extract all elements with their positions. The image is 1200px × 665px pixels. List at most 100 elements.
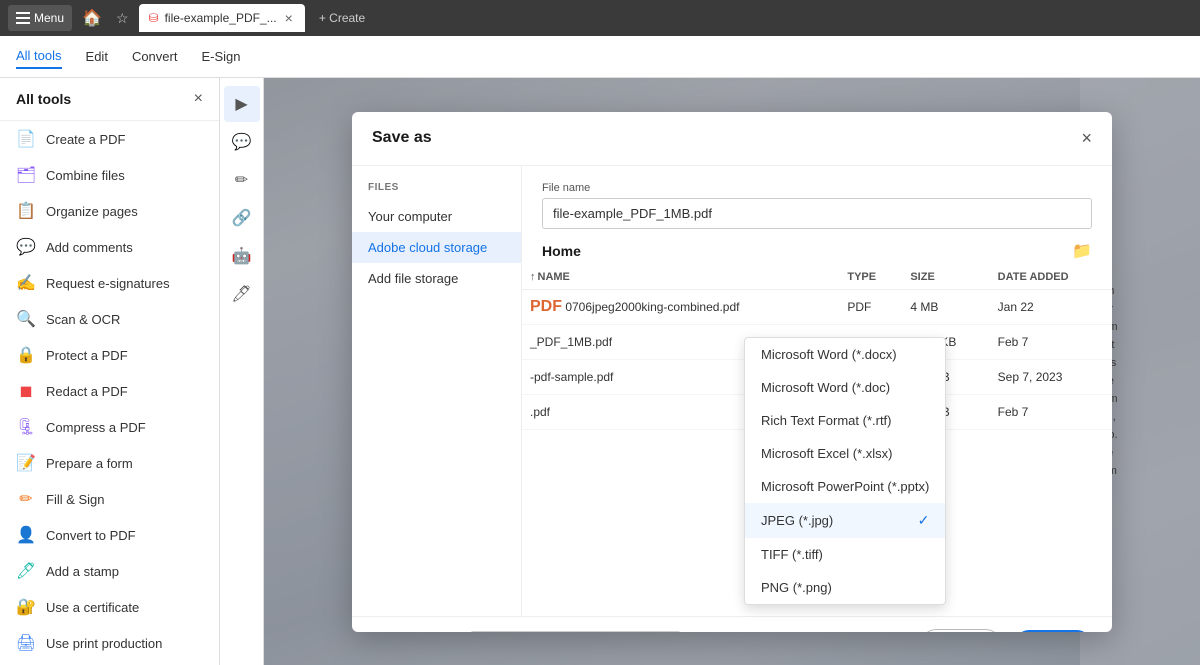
- dropdown-item-jpg[interactable]: JPEG (*.jpg) ✓: [745, 503, 945, 538]
- sidebar-item-compress-pdf[interactable]: 🗜 Compress a PDF: [0, 409, 219, 445]
- file-location-adobe-cloud[interactable]: Adobe cloud storage: [352, 232, 521, 263]
- modal-body: FILES Your computer Adobe cloud storage …: [352, 166, 1112, 616]
- sidebar-item-redact-pdf[interactable]: ◼ Redact a PDF: [0, 373, 219, 409]
- modal-title: Save as: [372, 129, 432, 147]
- stamp-tool-button[interactable]: 🖊: [224, 276, 260, 312]
- icon-toolbar: ▶ 💬 ✏ 🔗 🤖 🖊: [220, 78, 264, 665]
- file-name-label: File name: [542, 182, 1092, 194]
- dropdown-item-pptx[interactable]: Microsoft PowerPoint (*.pptx): [745, 470, 945, 503]
- convert-pdf-icon: 👤: [16, 525, 36, 545]
- sidebar-item-add-stamp[interactable]: 🖊 Add a stamp: [0, 553, 219, 589]
- use-certificate-icon: 🔐: [16, 597, 36, 617]
- sidebar-item-protect-pdf[interactable]: 🔒 Protect a PDF: [0, 337, 219, 373]
- browser-tab[interactable]: ⛁ file-example_PDF_... ×: [139, 4, 305, 32]
- file-location-your-computer[interactable]: Your computer: [352, 201, 521, 232]
- sidebar-item-scan-ocr[interactable]: 🔍 Scan & OCR: [0, 301, 219, 337]
- file-date-cell: Sep 7, 2023: [990, 359, 1112, 394]
- dropdown-item-png[interactable]: PNG (*.png): [745, 571, 945, 604]
- modal-close-button[interactable]: ×: [1081, 128, 1092, 149]
- sidebar-item-fill-sign[interactable]: ✏ Fill & Sign: [0, 481, 219, 517]
- sidebar-item-prepare-form[interactable]: 📝 Prepare a form: [0, 445, 219, 481]
- sidebar-item-combine-files[interactable]: 🗂 Combine files: [0, 157, 219, 193]
- file-name-input[interactable]: [542, 198, 1092, 229]
- file-date-cell: Jan 22: [990, 289, 1112, 324]
- protect-pdf-icon: 🔒: [16, 345, 36, 365]
- dropdown-item-docx-new[interactable]: Microsoft Word (*.docx): [745, 338, 945, 371]
- sidebar-item-organize-pages[interactable]: 📋 Organize pages: [0, 193, 219, 229]
- sidebar-label: Prepare a form: [46, 456, 133, 471]
- select-tool-button[interactable]: ▶: [224, 86, 260, 122]
- app-toolbar: All tools Edit Convert E-Sign: [0, 36, 1200, 78]
- dropdown-item-doc[interactable]: Microsoft Word (*.doc): [745, 371, 945, 404]
- all-tools-tab[interactable]: All tools: [16, 44, 62, 69]
- save-button[interactable]: Save: [1014, 630, 1092, 632]
- modal-overlay: Save as × FILES Your computer Adobe clou…: [264, 78, 1200, 665]
- sidebar-item-use-print[interactable]: 🖨 Use print production: [0, 625, 219, 661]
- format-dropdown-menu: Microsoft Word (*.docx) Microsoft Word (…: [744, 337, 946, 605]
- sidebar-item-request-esignatures[interactable]: ✍ Request e-signatures: [0, 265, 219, 301]
- dropdown-item-tiff[interactable]: TIFF (*.tiff): [745, 538, 945, 571]
- request-esignatures-icon: ✍: [16, 273, 36, 293]
- menu-label: Menu: [34, 11, 64, 25]
- esign-tab[interactable]: E-Sign: [201, 45, 240, 68]
- type-column-header[interactable]: TYPE: [839, 265, 902, 290]
- dropdown-item-rtf[interactable]: Rich Text Format (*.rtf): [745, 404, 945, 437]
- pen-tool-button[interactable]: ✏: [224, 162, 260, 198]
- folder-icon[interactable]: 📁: [1072, 241, 1092, 261]
- home-label: Home: [542, 243, 581, 259]
- modal-footer: Convert to JPEG (*.jpg) Microsoft Word (…: [352, 616, 1112, 632]
- sidebar-item-convert-pdf[interactable]: 👤 Convert to PDF: [0, 517, 219, 553]
- files-panel: FILES Your computer Adobe cloud storage …: [352, 166, 522, 616]
- menu-button[interactable]: Menu: [8, 5, 72, 31]
- hamburger-icon: [16, 12, 30, 24]
- ai-tool-button[interactable]: 🤖: [224, 238, 260, 274]
- size-column-header[interactable]: SIZE: [902, 265, 989, 290]
- sidebar-label: Add comments: [46, 240, 133, 255]
- convert-tab[interactable]: Convert: [132, 45, 178, 68]
- date-column-header[interactable]: DATE ADDED: [990, 265, 1112, 290]
- file-name-cell: PDF 0706jpeg2000king-combined.pdf: [522, 289, 839, 324]
- selected-checkmark-icon: ✓: [918, 512, 930, 529]
- file-location-add-storage[interactable]: Add file storage: [352, 263, 521, 294]
- comment-tool-button[interactable]: 💬: [224, 124, 260, 160]
- sidebar-item-use-certificate[interactable]: 🔐 Use a certificate: [0, 589, 219, 625]
- sidebar-label: Organize pages: [46, 204, 138, 219]
- file-date-cell: Feb 7: [990, 394, 1112, 429]
- sidebar-close-button[interactable]: ×: [194, 90, 203, 108]
- sidebar-item-add-comments[interactable]: 💬 Add comments: [0, 229, 219, 265]
- tab-title: file-example_PDF_...: [165, 11, 277, 25]
- new-tab-button[interactable]: + Create: [311, 7, 373, 29]
- fill-sign-icon: ✏: [16, 489, 36, 509]
- cancel-button[interactable]: Cancel: [920, 629, 1002, 632]
- link-tool-button[interactable]: 🔗: [224, 200, 260, 236]
- content-area: usto ntum icitur quam cerat nattis sque …: [264, 78, 1200, 665]
- home-button[interactable]: 🏠: [78, 4, 106, 32]
- add-stamp-icon: 🖊: [16, 561, 36, 581]
- sidebar-label: Add a stamp: [46, 564, 119, 579]
- dropdown-item-xlsx[interactable]: Microsoft Excel (*.xlsx): [745, 437, 945, 470]
- file-browser-header: Home 📁: [522, 229, 1112, 265]
- star-button[interactable]: ☆: [112, 6, 133, 31]
- sidebar-label: Request e-signatures: [46, 276, 170, 291]
- redact-pdf-icon: ◼: [16, 381, 36, 401]
- edit-tab[interactable]: Edit: [86, 45, 108, 68]
- add-comments-icon: 💬: [16, 237, 36, 257]
- file-size-cell: 4 MB: [902, 289, 989, 324]
- tab-close-button[interactable]: ×: [283, 10, 295, 26]
- create-pdf-icon: 📄: [16, 129, 36, 149]
- format-select[interactable]: JPEG (*.jpg) Microsoft Word (*.docx) Mic…: [470, 631, 681, 632]
- sidebar-title: All tools: [16, 91, 71, 107]
- new-tab-label: + Create: [319, 11, 365, 25]
- table-row[interactable]: PDF 0706jpeg2000king-combined.pdf PDF 4 …: [522, 289, 1112, 324]
- use-print-icon: 🖨: [16, 633, 36, 653]
- compress-pdf-icon: 🗜: [16, 417, 36, 437]
- sidebar-item-create-pdf[interactable]: 📄 Create a PDF: [0, 121, 219, 157]
- prepare-form-icon: 📝: [16, 453, 36, 473]
- sidebar-label: Compress a PDF: [46, 420, 146, 435]
- name-column-header[interactable]: ↑NAME: [522, 265, 839, 290]
- sidebar-item-measure-objects[interactable]: 📏 Measure objects: [0, 661, 219, 665]
- organize-pages-icon: 📋: [16, 201, 36, 221]
- save-as-modal: Save as × FILES Your computer Adobe clou…: [352, 112, 1112, 632]
- browser-bar: Menu 🏠 ☆ ⛁ file-example_PDF_... × + Crea…: [0, 0, 1200, 36]
- sidebar-label: Use a certificate: [46, 600, 139, 615]
